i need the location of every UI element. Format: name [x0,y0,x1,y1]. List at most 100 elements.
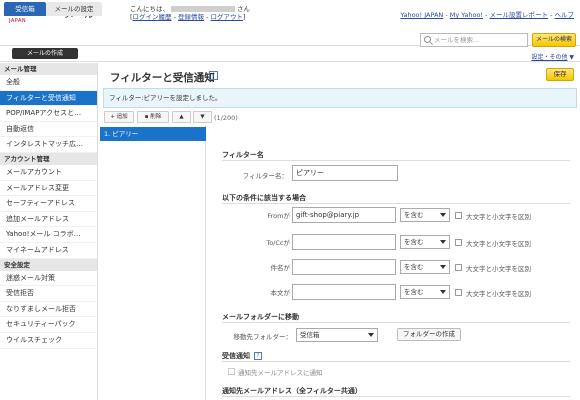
divider [222,160,570,161]
my-yahoo-link[interactable]: My Yahoo! [450,11,483,19]
move-up-button[interactable]: ▲ [172,111,191,123]
divider [222,361,570,362]
body-field[interactable] [292,284,396,300]
settings-menu-link[interactable]: 設定・その他 ▼ [531,52,574,61]
to-cc-operator-value: を含む [404,238,424,246]
tab-mail-settings[interactable]: メールの設定 [46,2,102,16]
sidebar-item-additional-address[interactable]: 追加メールアドレス [0,212,97,228]
divider [222,203,570,204]
filter-count: (1/200) [214,114,238,122]
sidebar-item-safety-address[interactable]: セーフティーアドレス [0,196,97,212]
body-case-checkbox[interactable] [455,289,462,296]
delete-filter-button[interactable]: ▪ 削除 [137,111,169,123]
sidebar-item-security-pack[interactable]: セキュリティーパック [0,317,97,333]
logo-sub: JAPAN [9,18,27,24]
settings-other-label: 設定・その他 [531,54,568,61]
move-folder-label: 移動先フォルダー： [233,333,293,341]
sidebar-item-myname-address[interactable]: マイネームアドレス [0,243,97,259]
move-folder-heading: メールフォルダーに移動 [222,313,299,321]
sidebar-item-general[interactable]: 全般 [0,75,97,91]
sidebar-section-mail-management: メール管理 [0,63,97,75]
chevron-down-icon [440,240,446,244]
divider [222,322,570,323]
sidebar-item-address-change[interactable]: メールアドレス変更 [0,181,97,197]
sidebar-item-filters[interactable]: フィルターと受信通知 [0,90,97,107]
sidebar-item-virus-check[interactable]: ウイルスチェック [0,333,97,349]
sidebar-item-spoof-block[interactable]: なりすましメール拒否 [0,302,97,318]
to-cc-field[interactable] [292,234,396,250]
tab-inbox[interactable]: 受信箱 [4,2,46,16]
add-filter-button[interactable]: + 追加 [104,111,134,123]
sidebar-item-collabo[interactable]: Yahoo!メール コラボ… [0,227,97,243]
masked-username [171,6,235,12]
mail-report-link[interactable]: メール設置レポート [490,11,549,19]
to-cc-operator-select[interactable]: を含む [400,235,450,249]
sidebar-item-auto-reply[interactable]: 自動返信 [0,122,97,138]
help-link[interactable]: ヘルプ [555,11,575,19]
yahoo-japan-link[interactable]: Yahoo! JAPAN [400,11,443,19]
logout-link[interactable]: ログアウト [211,13,244,21]
from-operator-select[interactable]: を含む [400,208,450,222]
move-down-button[interactable]: ▼ [193,111,212,123]
divider [222,396,570,397]
subject-case-label: 大文字と小文字を区別 [466,265,531,273]
filter-name-field[interactable]: ピアリー [292,165,398,181]
body-operator-select[interactable]: を含む [400,285,450,299]
search-icon [424,36,431,43]
notify-address-heading: 通知先メールアドレス（全フィルター共通） [222,387,362,395]
help-icon[interactable]: ? [209,71,218,80]
help-icon[interactable]: ? [254,352,262,360]
settings-sidebar: メール管理 全般 フィルターと受信通知 POP/IMAPアクセスと… 自動返信 … [0,63,98,400]
search-input[interactable]: メールを検索... [420,33,528,47]
page-title: フィルターと受信通知 [110,72,215,84]
delete-label: 削除 [150,114,162,120]
login-history-link[interactable]: ログイン履歴 [133,13,172,21]
body-label: 本文が [270,289,291,297]
subject-case-checkbox[interactable] [455,264,462,271]
move-folder-select[interactable]: 受信箱 [296,328,378,342]
notify-checkbox[interactable] [228,368,235,375]
conditions-heading: 以下の条件に該当する場合 [222,194,306,202]
from-case-label: 大文字と小文字を区別 [466,213,531,221]
trash-icon: ▪ [144,114,149,120]
from-operator-value: を含む [404,211,424,219]
registration-info-link[interactable]: 登録情報 [178,13,204,21]
sidebar-section-account: アカウント管理 [0,152,97,165]
greeting: こんにちは、 さん [ログイン履歴 - 登録情報 - ログアウト] [130,5,250,21]
notify-checkbox-label: 通知先メールアドレスに通知 [238,369,323,377]
filter-list-item[interactable]: 1. ピアリー [100,127,206,141]
chevron-down-icon [440,213,446,217]
subject-operator-value: を含む [404,263,424,271]
search-placeholder: メールを検索... [434,36,480,44]
sidebar-item-interest-match[interactable]: インタレストマッチ広… [0,137,97,153]
create-folder-button[interactable]: フォルダーの作成 [397,328,461,341]
sidebar-item-block[interactable]: 受信拒否 [0,286,97,302]
from-field[interactable]: gift-shop@piary.jp [292,207,396,223]
chevron-down-icon [368,333,374,337]
success-notice: フィルター:ピアリーを設定しました。 [103,88,577,108]
top-links: Yahoo! JAPAN - My Yahoo! - メール設置レポート - ヘ… [400,11,575,19]
save-button[interactable]: 保存 [546,68,574,81]
compose-button[interactable]: メールの作成 [12,48,78,59]
sidebar-item-pop-imap[interactable]: POP/IMAPアクセスと… [0,106,97,122]
chevron-down-icon [440,290,446,294]
from-case-checkbox[interactable] [455,212,462,219]
chevron-down-icon [440,265,446,269]
subject-field[interactable] [292,259,396,275]
to-cc-case-label: 大文字と小文字を区別 [466,240,531,248]
greeting-suffix: さん [237,5,250,13]
from-label: Fromが [267,212,290,220]
filter-list [99,125,206,400]
greeting-prefix: こんにちは、 [130,5,169,13]
sidebar-item-mail-account[interactable]: メールアカウント [0,165,97,181]
move-folder-value: 受信箱 [300,331,320,339]
to-cc-label: To/Ccが [266,239,290,247]
search-mail-button[interactable]: メールの検索 [532,33,576,47]
filter-name-heading: フィルター名 [222,151,264,159]
sidebar-item-spam[interactable]: 迷惑メール対策 [0,271,97,287]
sub-toolbar [0,51,580,62]
body-case-label: 大文字と小文字を区別 [466,290,531,298]
subject-operator-select[interactable]: を含む [400,260,450,274]
body-operator-value: を含む [404,288,424,296]
to-cc-case-checkbox[interactable] [455,239,462,246]
